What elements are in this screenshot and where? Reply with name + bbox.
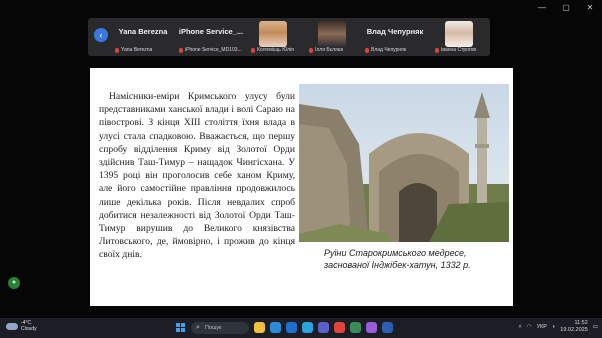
chevron-left-icon[interactable]: ‹ <box>94 28 108 42</box>
participant-video <box>259 21 287 47</box>
minimize-button[interactable]: — <box>536 3 548 12</box>
madrasa-ruins-photo <box>299 84 509 242</box>
mic-muted-icon <box>179 47 183 53</box>
participant-label: Іванна Строгов <box>441 47 477 53</box>
mic-muted-icon <box>115 47 119 53</box>
taskbar-search[interactable]: Пошук <box>191 322 249 334</box>
participant-tile-4[interactable]: Ілля Бєляєв <box>306 18 358 56</box>
zoom-icon[interactable] <box>270 322 281 333</box>
recording-icon[interactable]: ● <box>8 277 20 289</box>
edge-icon[interactable] <box>286 322 297 333</box>
word-icon[interactable] <box>382 322 393 333</box>
maximize-button[interactable]: ▢ <box>560 3 572 12</box>
participant-tile-1[interactable]: Yana Berezna Yana Berezna <box>112 18 174 56</box>
participant-label: iPhone Service_MD103... <box>185 47 242 53</box>
clock-time: 11:52 <box>574 320 588 326</box>
close-button[interactable]: ✕ <box>584 3 596 12</box>
weather-desc: Cloudy <box>21 326 37 332</box>
viber-icon[interactable] <box>366 322 377 333</box>
photo-caption: Руїни Старокримського медресе, засновано… <box>324 248 471 270</box>
slide-paragraph-text: Намісники-еміри Кримського улусу були пр… <box>99 91 295 261</box>
cloud-icon <box>6 322 18 330</box>
participant-video <box>318 21 346 47</box>
clock-date: 19.02.2025 <box>560 327 588 333</box>
weather-widget[interactable]: -4°C Cloudy <box>6 320 37 332</box>
window-controls: — ▢ ✕ <box>536 3 596 12</box>
slide-paragraph: Намісники-еміри Кримського улусу були пр… <box>99 90 295 262</box>
notification-icon[interactable]: ▭ <box>593 324 598 330</box>
participant-video <box>445 21 473 47</box>
taskbar: -4°C Cloudy Пошук ˄ ◠ УКР ◖ 11:52 19.02.… <box>0 318 602 338</box>
chevron-up-icon[interactable]: ˄ <box>519 324 522 330</box>
teams-icon[interactable] <box>318 322 329 333</box>
system-tray: ˄ ◠ УКР ◖ 11:52 19.02.2025 ▭ <box>519 320 598 334</box>
shared-slide: Намісники-еміри Кримського улусу були пр… <box>90 68 513 306</box>
participant-tile-2[interactable]: iPhone Service_... iPhone Service_MD103.… <box>176 18 246 56</box>
mic-muted-icon <box>365 47 369 53</box>
mic-muted-icon <box>251 47 255 53</box>
participant-name: Влад Чепурняк <box>366 27 424 36</box>
file-explorer-icon[interactable] <box>254 322 265 333</box>
screen: — ▢ ✕ ‹ Yana Berezna Yana Berezna iPhone… <box>0 0 602 338</box>
telegram-icon[interactable] <box>302 322 313 333</box>
windows-start-icon[interactable] <box>176 323 185 332</box>
participant-label: Ілля Бєляєв <box>315 47 343 53</box>
volume-icon[interactable]: ◖ <box>552 324 555 330</box>
participant-label: Yana Berezna <box>121 47 153 53</box>
participant-tile-3[interactable]: Коломієць Юлія <box>248 18 298 56</box>
sheets-icon[interactable] <box>350 322 361 333</box>
participant-tile-5[interactable]: Влад Чепурняк Влад Чепурняк <box>362 18 428 56</box>
chrome-icon[interactable] <box>334 322 345 333</box>
participant-name: iPhone Service_... <box>178 27 244 36</box>
lang-indicator[interactable]: УКР <box>537 324 547 330</box>
participant-label: Влад Чепурняк <box>371 47 407 53</box>
clock[interactable]: 11:52 19.02.2025 <box>560 320 588 334</box>
wifi-icon[interactable]: ◠ <box>527 324 532 330</box>
mic-muted-icon <box>435 47 439 53</box>
mic-muted-icon <box>309 47 313 53</box>
participant-tile-6[interactable]: Іванна Строгов <box>432 18 486 56</box>
participant-label: Коломієць Юлія <box>257 47 294 53</box>
participant-name: Yana Berezna <box>118 27 168 36</box>
taskbar-apps <box>254 322 393 333</box>
